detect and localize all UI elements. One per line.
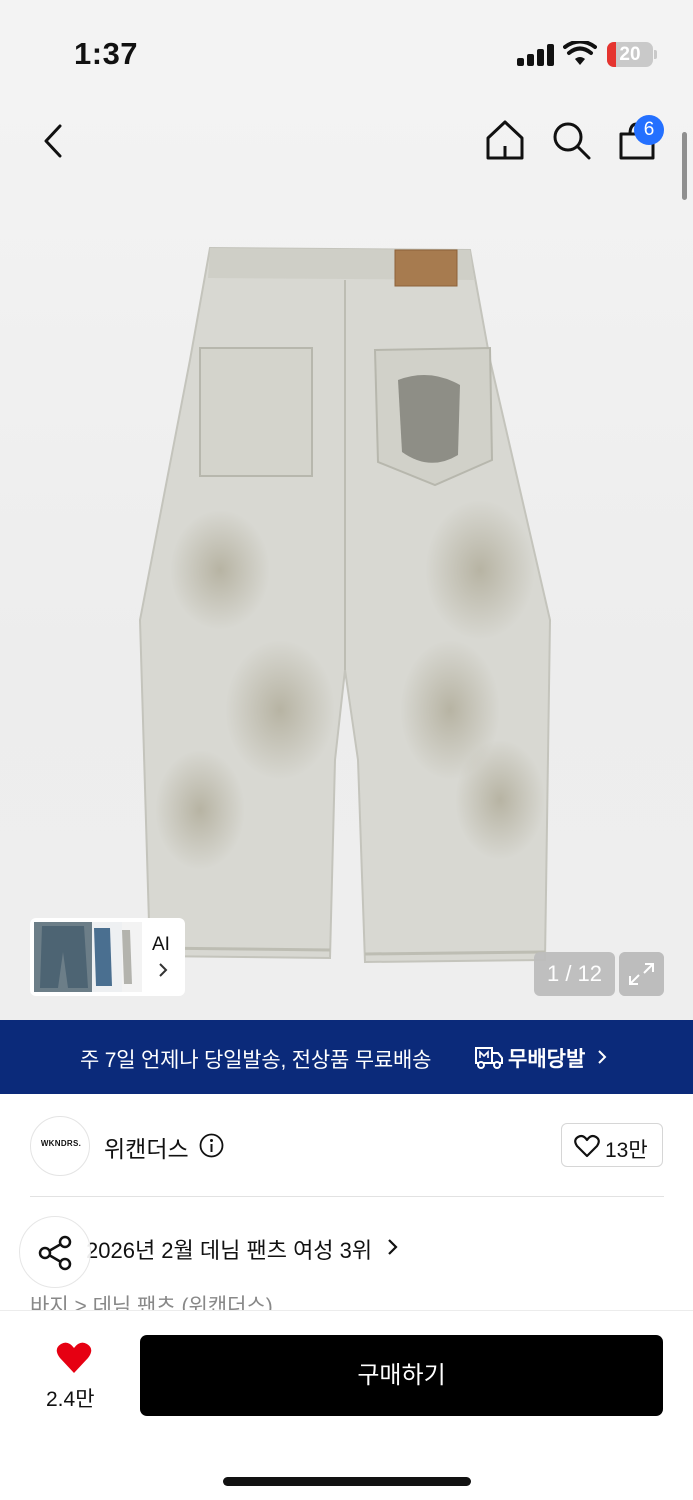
divider <box>30 1196 664 1197</box>
delivery-banner[interactable]: 주 7일 언제나 당일발송, 전상품 무료배송 무배당발 <box>0 1020 693 1094</box>
battery-icon: 20 <box>607 42 657 67</box>
delivery-brand-label: 무배당발 <box>508 1048 586 1071</box>
chevron-right-icon <box>598 1050 607 1064</box>
wifi-icon <box>563 41 597 65</box>
brand-logo-text: WKNDRS. <box>40 1139 82 1148</box>
bottom-action-bar: 2.4만 구매하기 <box>0 1310 693 1500</box>
status-time: 1:37 <box>74 36 139 71</box>
wish-count: 2.4만 <box>46 1388 95 1411</box>
category-breadcrumb[interactable]: 바지 > 데님 팬츠 (위캔더스) <box>30 1290 273 1312</box>
ranking-link[interactable]: 2026년 2월 데님 팬츠 여성 3위 <box>86 1233 372 1265</box>
brand-like-button[interactable]: 13만 <box>561 1123 663 1167</box>
status-bar: 1:37 20 <box>0 0 693 100</box>
info-icon[interactable] <box>199 1133 224 1158</box>
cart-count-badge: 6 <box>634 115 664 145</box>
image-page-counter: 1 / 12 <box>534 952 615 996</box>
ai-label: AI <box>152 934 170 955</box>
ai-recommendation-card[interactable]: AI <box>30 918 185 996</box>
home-indicator <box>223 1477 471 1486</box>
buy-button[interactable]: 구매하기 <box>140 1335 663 1416</box>
signal-icon <box>517 44 555 66</box>
brand-like-count: 13만 <box>605 1139 648 1162</box>
share-button[interactable] <box>19 1216 91 1288</box>
truck-icon <box>475 1047 503 1069</box>
search-icon[interactable] <box>550 118 592 162</box>
ai-thumbnail-images <box>34 922 142 992</box>
product-image[interactable] <box>130 240 570 975</box>
share-icon <box>38 1235 72 1271</box>
brand-name[interactable]: 위캔더스 <box>104 1130 189 1164</box>
home-icon[interactable] <box>484 118 526 162</box>
heart-icon[interactable] <box>55 1341 93 1375</box>
product-image-gallery[interactable]: 6 AI 1 / 12 <box>0 100 693 1020</box>
scrollbar[interactable] <box>682 132 687 200</box>
brand-logo[interactable]: WKNDRS. <box>30 1116 90 1176</box>
battery-level: 20 <box>619 44 641 65</box>
heart-icon <box>574 1134 600 1158</box>
expand-icon[interactable] <box>619 952 664 996</box>
chevron-right-icon <box>388 1239 398 1255</box>
back-icon[interactable] <box>34 118 74 164</box>
chevron-right-icon <box>159 963 168 977</box>
delivery-text: 주 7일 언제나 당일발송, 전상품 무료배송 <box>80 1049 432 1072</box>
